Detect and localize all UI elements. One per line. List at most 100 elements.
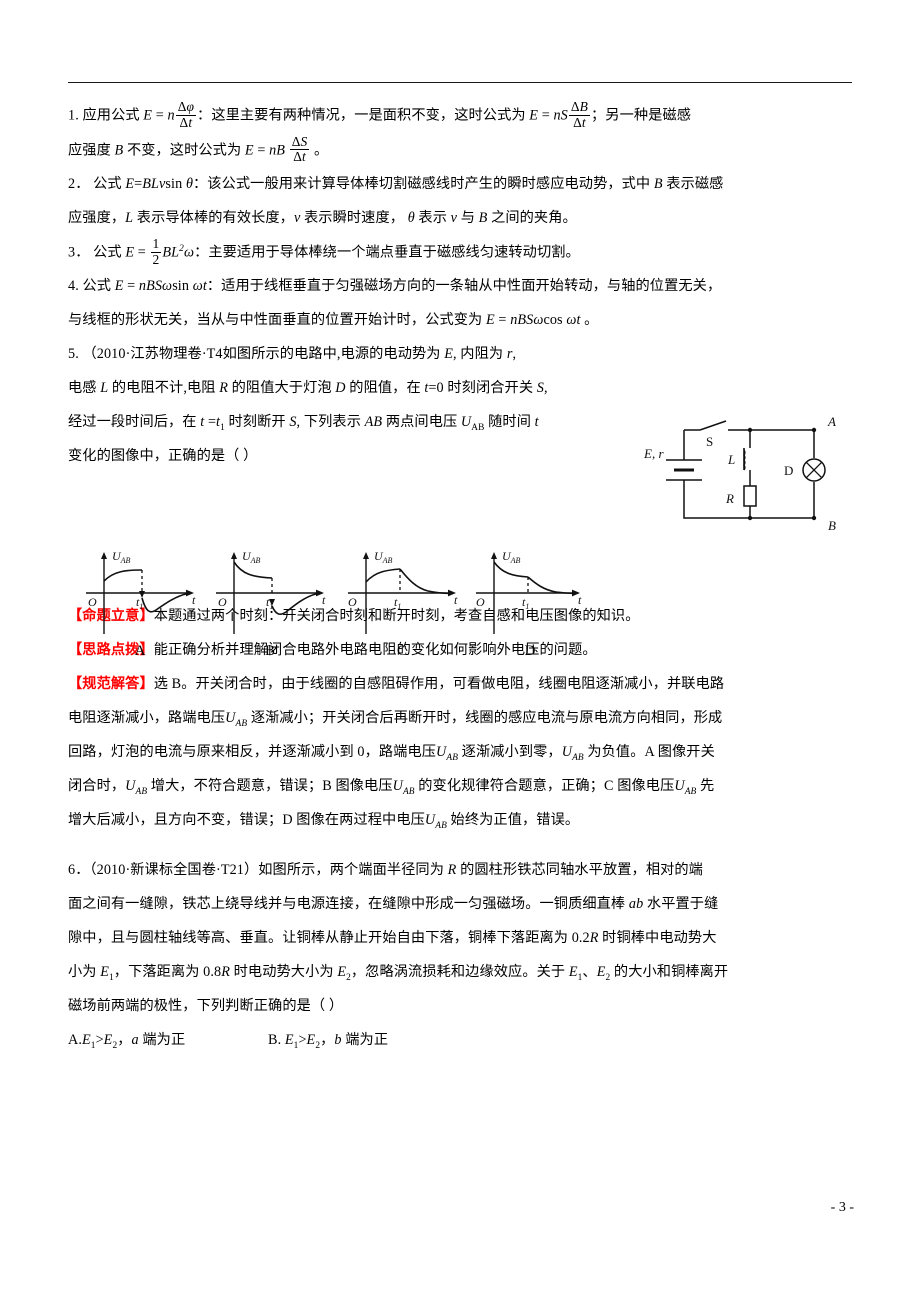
formula-item-4: 4. 公式 E = nBSωsin ωt：适用于线框垂直于匀强磁场方向的一条轴从…: [68, 278, 722, 295]
option-a-key: A.: [68, 1031, 82, 1048]
graph-d-svg: UAB O t1 t: [476, 549, 582, 634]
inductor-symbol: [743, 448, 746, 471]
graph-d-tick-label: t1: [522, 595, 529, 611]
formula-item-1-cont: 应强度 B 不变，这时公式为 E = nB ΔS Δt 。: [68, 133, 329, 165]
annotation-solution-line-2: 电阻逐渐减小，路端电压UAB 逐渐减小；开关闭合后再断开时，线圈的感应电流与原电…: [68, 710, 723, 729]
graph-a-y-arrow: [101, 552, 107, 559]
question-6-line-3: 隙中，且与圆柱轴线等高、垂直。让铜棒从静止开始自由下落，铜棒下落距离为 0.2R…: [68, 929, 717, 946]
fraction-one-half: 12: [150, 235, 162, 267]
graph-b-y-arrow: [231, 552, 237, 559]
question-6-line-1: 6．（2010·新课标全国卷·T21）如图所示，两个端面半径同为 R 的圆柱形铁…: [68, 861, 703, 878]
question-6-options: A.E1>E2，a 端为正 B. E1>E2，b 端为正: [68, 1025, 856, 1057]
header-rule: [68, 82, 852, 83]
graph-c-svg: UAB O t1 t: [348, 549, 458, 634]
option-b-key: B.: [268, 1031, 282, 1048]
question-5-line-4: 变化的图像中，正确的是（ ）: [68, 448, 258, 465]
option-graphs: UAB O t1 t A UAB O t1 t B UAB O t1 t C U…: [74, 546, 614, 659]
annotation-solution-line-1: 【规范解答】选 B。开关闭合时，由于线圈的自感阻碍作用，可看做电阻，线圈电阻逐渐…: [68, 676, 725, 693]
fraction-delta-phi-delta-t: Δφ Δt: [175, 99, 197, 130]
battery-symbol: [666, 459, 702, 481]
graph-a-curve-negative: [141, 592, 189, 613]
formula-item-3: 3． 公式 E = 1 2 BL2ω：主要适用于导体棒绕一个端点垂直于磁感线匀速转动…: [68, 235, 580, 267]
junction-dot-top: [747, 427, 753, 433]
circuit-diagram: E, r S L R D A B: [632, 408, 860, 536]
graph-b-option-letter: B: [264, 643, 275, 659]
formula-item-2: 2． 公式 E=BLvsin θ：该公式一般用来计算导体棒切割磁感线时产生的瞬时…: [68, 176, 724, 193]
wire-bottom-left: [683, 480, 750, 519]
graph-b-origin-label: O: [218, 595, 227, 609]
question-6-line-4: 小为 E1，下落距离为 0.8R 时电动势大小为 E2，忽略涡流损耗和边缘效应。…: [68, 963, 729, 983]
item-4-number: 4.: [68, 278, 79, 295]
graph-c-y-label: UAB: [374, 549, 393, 565]
item-3-number: 3．: [68, 244, 90, 261]
resistor-symbol: [743, 485, 757, 507]
annotation-solution-line-4: 闭合时，UAB 增大，不符合题意，错误；B 图像电压UAB 的变化规律符合题意，…: [68, 777, 715, 797]
graph-a-drop-arrow: [139, 591, 145, 598]
node-b-dot: [811, 515, 817, 521]
battery-label: E, r: [643, 446, 664, 461]
node-a-dot: [811, 427, 817, 433]
page-number: - 3 -: [830, 1200, 854, 1215]
question-5-line-2: 电感 L 的电阻不计,电阻 R 的阻值大于灯泡 D 的阻值，在 t=0 时刻闭合…: [68, 380, 548, 397]
question-6-line-2: 面之间有一缝隙，铁芯上绕导线并与电源连接，在缝隙中形成一匀强磁场。一铜质细直棒 …: [68, 895, 719, 912]
graph-d-y-label: UAB: [502, 549, 521, 565]
graph-b-curve-negative: [271, 592, 319, 616]
graph-c-curve-rise: [365, 568, 401, 583]
graph-d-x-label: t: [578, 593, 582, 607]
graph-a-origin-label: O: [88, 595, 97, 609]
node-a-label: A: [827, 414, 836, 429]
fraction-delta-s-delta-t: ΔS Δt: [289, 133, 310, 165]
graph-d-origin-label: O: [476, 595, 485, 609]
annotation-solution-tag: 【规范解答】: [68, 676, 154, 693]
graph-a-option-letter: A: [134, 643, 146, 659]
graph-b-tick-label: t1: [266, 595, 273, 611]
graph-a-curve-rise: [103, 569, 143, 582]
annotation-solution-line-5: 增大后减小，且方向不变，错误；D 图像在两过程中电压UAB 始终为正值，错误。: [68, 811, 580, 831]
graph-d-y-arrow: [491, 552, 497, 559]
question-5-number: 5.: [68, 346, 79, 363]
annotation-solution-line-3: 回路，灯泡的电流与原来相反，并逐渐减小到 0，路端电压UAB 逐渐减小到零，UA…: [68, 743, 715, 763]
junction-dot-bottom: [747, 515, 753, 521]
graph-c-y-arrow: [363, 552, 369, 559]
inductor-label: L: [727, 452, 735, 467]
graph-b-x-label: t: [322, 593, 326, 607]
switch-label: S: [706, 434, 713, 449]
graph-option-a[interactable]: UAB O t1 t A: [74, 546, 206, 659]
fraction-delta-b-delta-t: ΔB Δt: [568, 99, 590, 130]
question-5-line-3: 经过一段时间后，在 t =t1 时刻断开 S, 下列表示 AB 两点间电压 UA…: [68, 414, 539, 434]
item-2-number: 2．: [68, 176, 90, 193]
switch-blade: [699, 420, 727, 431]
graph-b-y-label: UAB: [242, 549, 261, 565]
question-5-source: （2010·江苏物理卷·T4: [82, 346, 223, 363]
item-1-number: 1.: [68, 107, 79, 124]
node-b-label: B: [828, 518, 836, 533]
question-5-text-block: 5. （2010·江苏物理卷·T4如图所示的电路中,电源的电动势为 E, 内阻为…: [68, 339, 620, 473]
graph-d-option-letter: D: [524, 643, 536, 659]
lamp-symbol: [802, 458, 826, 482]
question-5-line-1: 5. （2010·江苏物理卷·T4如图所示的电路中,电源的电动势为 E, 内阻为…: [68, 346, 517, 363]
circuit-diagram-svg: E, r S L R D A B: [643, 414, 836, 533]
resistor-label: R: [725, 491, 734, 506]
graph-option-d[interactable]: UAB O t1 t D: [464, 546, 596, 659]
graph-option-c[interactable]: UAB O t1 t C: [336, 546, 468, 659]
formula-item-2-cont: 应强度，L 表示导体棒的有效长度，v 表示瞬时速度， θ 表示 v 与 B 之间…: [68, 209, 577, 226]
graph-a-y-label: UAB: [112, 549, 131, 565]
question-6-option-a[interactable]: A.E1>E2，a 端为正: [68, 1025, 268, 1057]
document-page: 1. 应用公式 E = n Δφ Δt ：这里主要有两种情况，一是面积不变，这时公式为…: [0, 0, 920, 1302]
graph-c-tick-label: t1: [394, 595, 401, 611]
graph-c-x-label: t: [454, 593, 458, 607]
graph-c-curve-decay: [399, 568, 451, 595]
question-6-number: 6．: [68, 861, 90, 878]
graph-c-origin-label: O: [348, 595, 357, 609]
graph-c-option-letter: C: [396, 643, 407, 659]
question-6-source: （2010·新课标全国卷·T21）: [89, 861, 259, 878]
lamp-label: D: [784, 463, 793, 478]
graph-a-svg: UAB O t1 t: [86, 549, 196, 634]
question-6-option-b[interactable]: B. E1>E2，b 端为正: [268, 1025, 388, 1057]
formula-item-4-cont: 与线框的形状无关，当从与中性面垂直的位置开始计时，公式变为 E = nBSωco…: [68, 312, 599, 329]
formula-item-1: 1. 应用公式 E = n Δφ Δt ：这里主要有两种情况，一是面积不变，这时公式为…: [68, 99, 692, 130]
graph-b-svg: UAB O t1 t: [216, 549, 326, 634]
graph-a-x-label: t: [192, 593, 196, 607]
graph-option-b[interactable]: UAB O t1 t B: [204, 546, 336, 659]
